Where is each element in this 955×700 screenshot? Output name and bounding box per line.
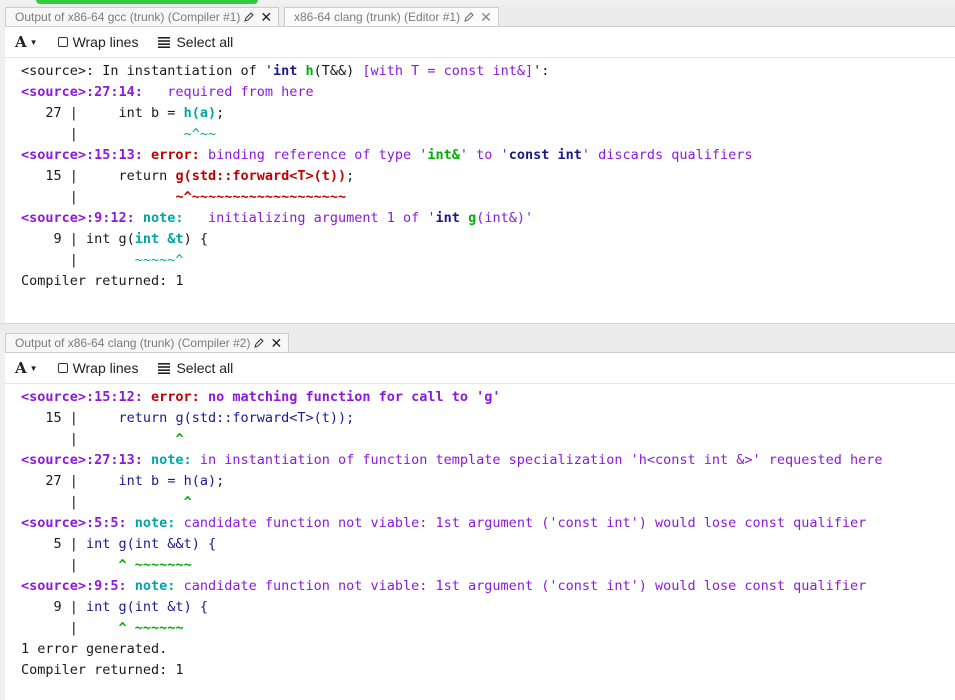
checkbox-icon[interactable] <box>57 363 68 373</box>
font-size-dropdown[interactable]: A ▼ <box>15 33 38 51</box>
tab-clang-output[interactable]: Output of x86-64 clang (trunk) (Compiler… <box>5 333 290 352</box>
wrap-lines-toggle[interactable]: Wrap lines <box>57 34 139 50</box>
font-size-dropdown[interactable]: A ▼ <box>15 359 38 377</box>
checkbox-icon[interactable] <box>57 37 68 47</box>
output-line: Compiler returned: 1 <box>21 662 184 678</box>
close-icon[interactable]: ✕ <box>480 8 492 26</box>
font-icon: A <box>15 359 27 377</box>
pencil-icon[interactable] <box>244 12 255 22</box>
wrap-lines-label: Wrap lines <box>72 34 139 50</box>
output-line: | ~~~~~^ <box>21 252 184 268</box>
output-line: <source>:15:12: error: no matching funct… <box>21 389 501 405</box>
output-toolbar: A ▼ Wrap lines Select all <box>5 27 955 58</box>
pencil-icon[interactable] <box>464 12 474 22</box>
tab-clang-editor[interactable]: x86-64 clang (trunk) (Editor #1) ✕ <box>284 7 499 26</box>
tab-label: Output of x86-64 gcc (trunk) (Compiler #… <box>15 10 241 24</box>
wrap-lines-toggle[interactable]: Wrap lines <box>57 360 139 376</box>
tab-bar: Output of x86-64 gcc (trunk) (Compiler #… <box>5 5 955 27</box>
tab-label: x86-64 clang (trunk) (Editor #1) <box>294 10 461 24</box>
output-line: <source>:5:5: note: candidate function n… <box>21 515 867 531</box>
output-line: 9 | int g(int &t) { <box>21 599 208 615</box>
output-line: 15 | return g(std::forward<T>(t)); <box>21 410 355 426</box>
output-line: | ~^~~~~~~~~~~~~~~~~~~~ <box>21 189 347 205</box>
output-line: 1 error generated. <box>21 641 168 657</box>
output-line: | ~^~~ <box>21 126 217 142</box>
output-toolbar: A ▼ Wrap lines Select all <box>5 353 955 384</box>
lines-icon <box>158 36 171 48</box>
output-line: 9 | int g(int &t) { <box>21 231 208 247</box>
output-line: | ^ <box>21 431 184 447</box>
compiler-output: <source>: In instantiation of 'int h(T&&… <box>5 58 955 292</box>
lines-icon <box>158 362 171 374</box>
select-all-button[interactable]: Select all <box>158 360 233 376</box>
pencil-icon[interactable] <box>254 338 265 348</box>
tab-gcc-output[interactable]: Output of x86-64 gcc (trunk) (Compiler #… <box>5 7 280 26</box>
select-all-label: Select all <box>176 360 234 376</box>
wrap-lines-label: Wrap lines <box>72 360 139 376</box>
top-accent-strip <box>36 0 258 4</box>
chevron-down-icon: ▼ <box>29 37 38 47</box>
output-line: 5 | int g(int &&t) { <box>21 536 217 552</box>
output-line: 27 | int b = h(a); <box>21 105 225 121</box>
gcc-output-pane: Output of x86-64 gcc (trunk) (Compiler #… <box>5 5 955 323</box>
output-line: <source>:15:13: error: binding reference… <box>21 147 753 163</box>
output-line: | ^ ~~~~~~~ <box>21 557 192 573</box>
output-line: <source>:27:13: note: in instantiation o… <box>21 452 883 468</box>
clang-output-pane: Output of x86-64 clang (trunk) (Compiler… <box>5 331 955 700</box>
output-line: <source>:9:12: note: initializing argume… <box>21 210 534 226</box>
tab-label: Output of x86-64 clang (trunk) (Compiler… <box>15 336 251 350</box>
close-icon[interactable]: ✕ <box>270 334 282 352</box>
output-line: Compiler returned: 1 <box>21 273 184 289</box>
output-line: <source>:27:14: required from here <box>21 84 314 100</box>
tab-bar: Output of x86-64 clang (trunk) (Compiler… <box>5 331 955 353</box>
select-all-button[interactable]: Select all <box>158 34 233 50</box>
output-line: 27 | int b = h(a); <box>21 473 225 489</box>
select-all-label: Select all <box>176 34 234 50</box>
output-line: 15 | return g(std::forward<T>(t)); <box>21 168 355 184</box>
output-line: | ^ ~~~~~~ <box>21 620 184 636</box>
font-icon: A <box>15 33 27 51</box>
close-icon[interactable]: ✕ <box>260 8 272 26</box>
output-line: <source>: In instantiation of 'int h(T&&… <box>21 63 550 79</box>
compiler-output: <source>:15:12: error: no matching funct… <box>5 384 955 681</box>
output-line: <source>:9:5: note: candidate function n… <box>21 578 867 594</box>
chevron-down-icon: ▼ <box>29 363 38 373</box>
output-line: | ^ <box>21 494 192 510</box>
